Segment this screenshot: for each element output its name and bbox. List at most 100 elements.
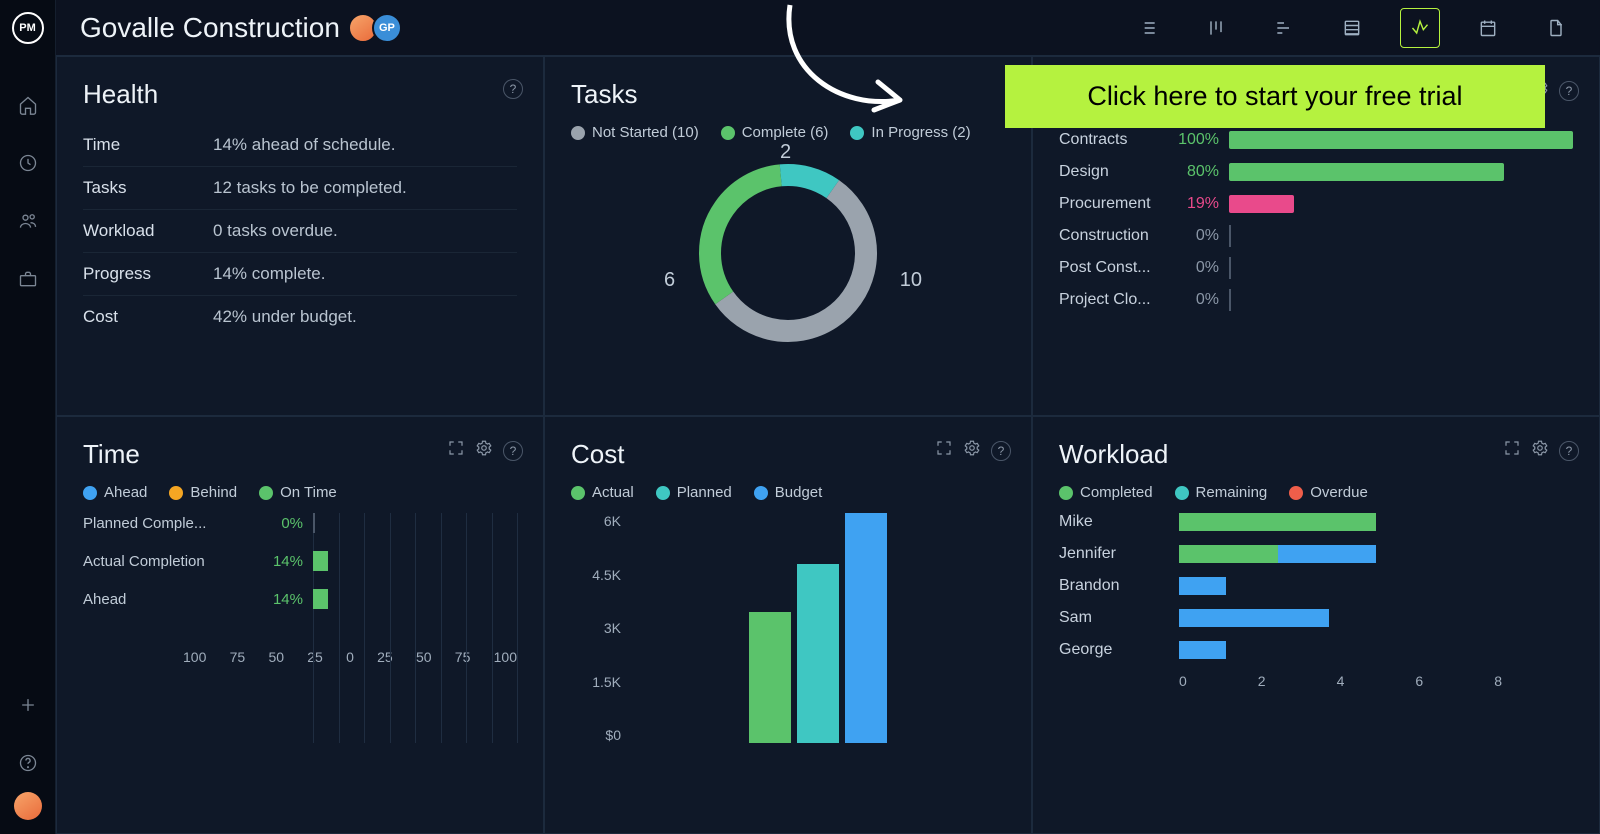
team-icon[interactable]: [17, 210, 39, 232]
legend-dot: [571, 486, 585, 500]
home-icon[interactable]: [17, 94, 39, 116]
clock-icon[interactable]: [17, 152, 39, 174]
cta-banner[interactable]: Click here to start your free trial: [1005, 65, 1545, 128]
progress-label: Contracts: [1059, 131, 1169, 149]
health-key: Progress: [83, 264, 213, 284]
cost-bar: [845, 513, 887, 743]
time-row: Ahead 14%: [83, 589, 517, 609]
workload-panel: ? Workload CompletedRemainingOverdue Mik…: [1032, 416, 1600, 834]
health-row: Tasks 12 tasks to be completed.: [83, 167, 517, 210]
progress-bar-track: [1229, 291, 1573, 309]
legend-dot: [1289, 486, 1303, 500]
tasks-donut-chart: 2 6 10: [688, 153, 888, 353]
axis-tick: 4.5K: [571, 567, 621, 583]
legend-item: Not Started (10): [571, 124, 699, 141]
expand-icon[interactable]: [1503, 439, 1521, 462]
briefcase-icon[interactable]: [17, 268, 39, 290]
axis-tick: 50: [268, 649, 284, 665]
health-row: Progress 14% complete.: [83, 253, 517, 296]
progress-label: Construction: [1059, 227, 1169, 245]
board-view-icon[interactable]: [1196, 8, 1236, 48]
user-avatar[interactable]: [14, 792, 42, 820]
health-row: Cost 42% under budget.: [83, 296, 517, 338]
gear-icon[interactable]: [475, 439, 493, 462]
progress-bar-track: [1229, 259, 1573, 277]
legend-dot: [850, 126, 864, 140]
help-icon[interactable]: ?: [503, 441, 523, 461]
legend-dot: [259, 486, 273, 500]
workload-name: Sam: [1059, 609, 1179, 627]
legend-dot: [83, 486, 97, 500]
view-switcher: [1128, 8, 1576, 48]
sheet-view-icon[interactable]: [1332, 8, 1372, 48]
file-view-icon[interactable]: [1536, 8, 1576, 48]
help-icon[interactable]: ?: [991, 441, 1011, 461]
legend-dot: [754, 486, 768, 500]
legend-item: Ahead: [83, 484, 147, 501]
time-bar-area: [313, 513, 517, 533]
help-icon[interactable]: [17, 752, 39, 774]
donut-value: 10: [900, 269, 922, 292]
health-row: Time 14% ahead of schedule.: [83, 124, 517, 167]
workload-bar-track: [1179, 513, 1573, 531]
workload-segment: [1179, 513, 1376, 531]
workload-segment: [1179, 609, 1329, 627]
time-pct: 14%: [243, 591, 303, 608]
legend-item: On Time: [259, 484, 337, 501]
help-icon[interactable]: ?: [503, 79, 523, 99]
topbar: Govalle Construction GP: [56, 0, 1600, 56]
health-key: Cost: [83, 307, 213, 327]
avatar-badge[interactable]: GP: [372, 13, 402, 43]
tasks-panel: Tasks Not Started (10)Complete (6)In Pro…: [544, 56, 1032, 416]
time-label: Planned Comple...: [83, 515, 243, 532]
expand-icon[interactable]: [447, 439, 465, 462]
time-row: Actual Completion 14%: [83, 551, 517, 571]
expand-icon[interactable]: [935, 439, 953, 462]
time-label: Ahead: [83, 591, 243, 608]
progress-label: Procurement: [1059, 195, 1169, 213]
time-pct: 0%: [243, 515, 303, 532]
progress-bar: [1229, 163, 1504, 181]
axis-tick: 6K: [571, 513, 621, 529]
gantt-view-icon[interactable]: [1264, 8, 1304, 48]
progress-row: Project Clo... 0%: [1059, 291, 1573, 309]
health-row: Workload 0 tasks overdue.: [83, 210, 517, 253]
workload-segment: [1179, 641, 1226, 659]
progress-row: Procurement 19%: [1059, 195, 1573, 213]
time-bar-area: [313, 551, 517, 571]
progress-pct: 100%: [1169, 131, 1219, 149]
progress-label: Design: [1059, 163, 1169, 181]
cost-bar: [749, 612, 791, 743]
help-icon[interactable]: ?: [1559, 441, 1579, 461]
time-tick: [313, 513, 315, 533]
project-members[interactable]: GP: [354, 13, 402, 43]
progress-bar-track: [1229, 131, 1573, 149]
help-icon[interactable]: ?: [1559, 81, 1579, 101]
progress-label: Post Const...: [1059, 259, 1169, 277]
legend-dot: [169, 486, 183, 500]
workload-name: Brandon: [1059, 577, 1179, 595]
list-view-icon[interactable]: [1128, 8, 1168, 48]
legend-item: Planned: [656, 484, 732, 501]
health-key: Time: [83, 135, 213, 155]
donut-value: 6: [664, 269, 675, 292]
gear-icon[interactable]: [1531, 439, 1549, 462]
plus-icon[interactable]: [17, 694, 39, 716]
app-logo[interactable]: PM: [12, 12, 44, 44]
workload-row: Jennifer: [1059, 545, 1573, 563]
legend-item: Remaining: [1175, 484, 1268, 501]
calendar-view-icon[interactable]: [1468, 8, 1508, 48]
workload-bar-track: [1179, 641, 1573, 659]
workload-segment: [1179, 577, 1226, 595]
legend-item: Overdue: [1289, 484, 1368, 501]
workload-row: George: [1059, 641, 1573, 659]
gear-icon[interactable]: [963, 439, 981, 462]
axis-tick: $0: [571, 727, 621, 743]
progress-bar-track: [1229, 227, 1573, 245]
dashboard-view-icon[interactable]: [1400, 8, 1440, 48]
workload-bar-track: [1179, 609, 1573, 627]
workload-row: Mike: [1059, 513, 1573, 531]
progress-tick: [1229, 289, 1231, 311]
time-bar-area: [313, 589, 517, 609]
legend-item: Complete (6): [721, 124, 829, 141]
